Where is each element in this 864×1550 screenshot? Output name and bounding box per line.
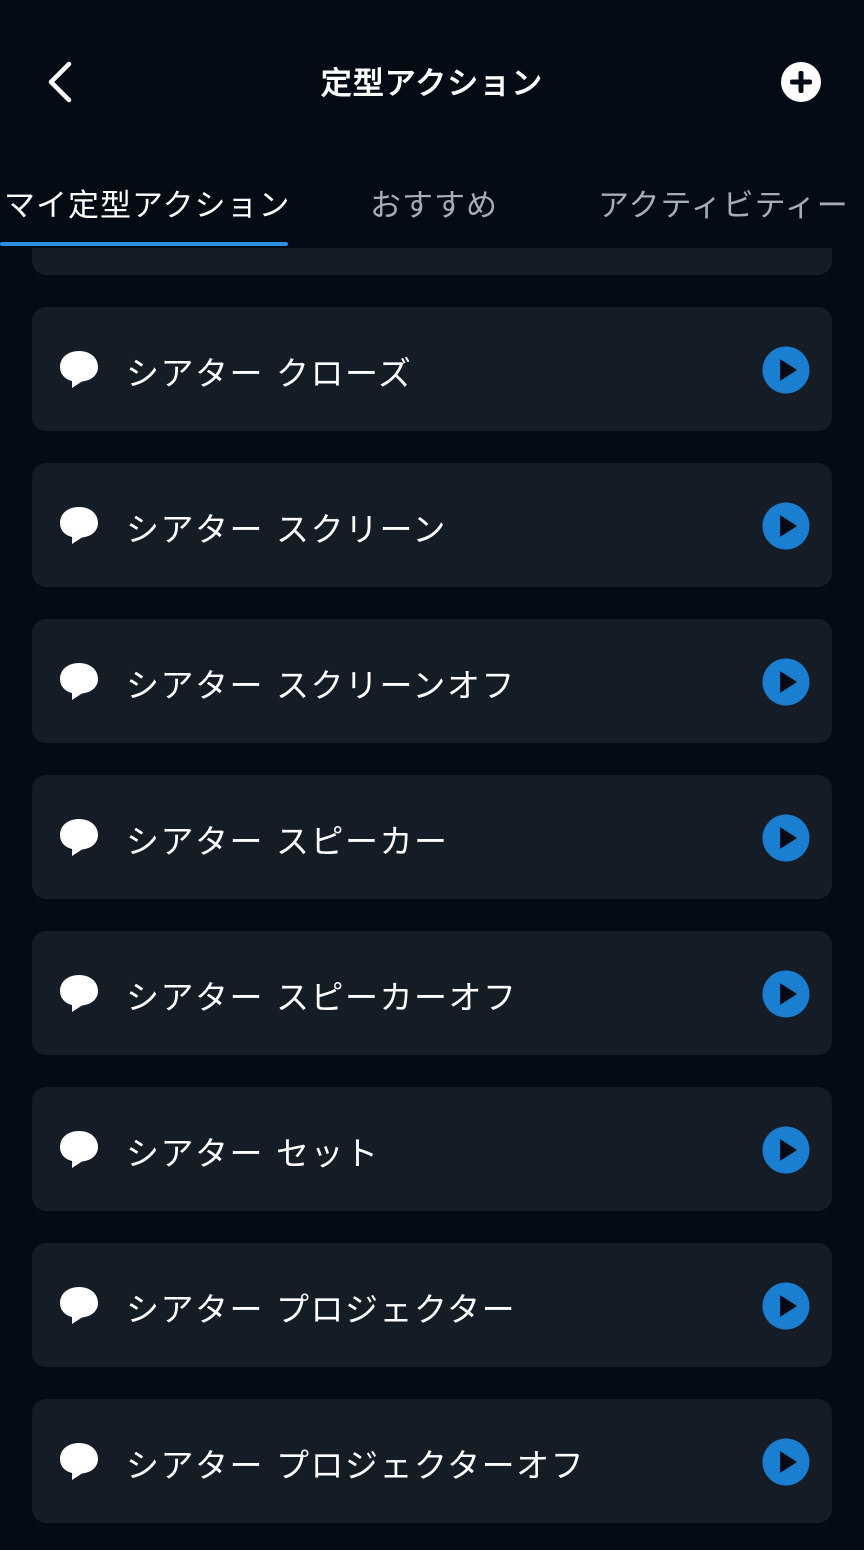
routine-label: シアター スピーカーオフ bbox=[126, 978, 518, 1017]
speech-bubble-icon bbox=[60, 507, 98, 544]
tab-my-routines[interactable]: マイ定型アクション bbox=[4, 180, 290, 225]
routine-label: シアター クローズ bbox=[126, 354, 413, 393]
routine-card[interactable]: シアター スピーカーオフ bbox=[32, 931, 832, 1055]
routine-label: シアター スピーカー bbox=[126, 822, 449, 861]
active-tab-indicator bbox=[0, 242, 288, 246]
play-icon[interactable] bbox=[762, 814, 810, 862]
routine-label: シアター スクリーン bbox=[126, 510, 447, 549]
app-header: 定型アクション bbox=[0, 0, 864, 160]
play-icon[interactable] bbox=[762, 970, 810, 1018]
routine-card[interactable]: シアター セット bbox=[32, 1087, 832, 1211]
routine-card[interactable]: シアター スピーカー bbox=[32, 775, 832, 899]
routine-label: シアター セット bbox=[126, 1134, 380, 1173]
speech-bubble-icon bbox=[60, 819, 98, 856]
routine-card[interactable]: シアター スクリーンオフ bbox=[32, 619, 832, 743]
routine-card[interactable]: シアター プロジェクター bbox=[32, 1243, 832, 1367]
routine-label: シアター プロジェクター bbox=[126, 1290, 517, 1329]
play-icon[interactable] bbox=[762, 1126, 810, 1174]
play-icon[interactable] bbox=[762, 1438, 810, 1486]
routine-card[interactable]: シアター プロジェクターオフ bbox=[32, 1399, 832, 1523]
add-routine-button[interactable] bbox=[770, 51, 832, 113]
play-icon[interactable] bbox=[762, 1282, 810, 1330]
tab-activity[interactable]: アクティビティー bbox=[598, 180, 849, 225]
routine-card[interactable]: シアター クローズ bbox=[32, 307, 832, 431]
routine-list[interactable]: シアター クローズ シアター スクリーン シアター スクリーンオフ シアター ス… bbox=[0, 248, 864, 1550]
speech-bubble-icon bbox=[60, 1287, 98, 1324]
list-item-partial[interactable] bbox=[32, 248, 832, 275]
play-icon[interactable] bbox=[762, 346, 810, 394]
routine-label: シアター スクリーンオフ bbox=[126, 666, 516, 705]
speech-bubble-icon bbox=[60, 1131, 98, 1168]
speech-bubble-icon bbox=[60, 663, 98, 700]
speech-bubble-icon bbox=[60, 1443, 98, 1480]
tab-recommended[interactable]: おすすめ bbox=[370, 180, 498, 225]
speech-bubble-icon bbox=[60, 975, 98, 1012]
page-title: 定型アクション bbox=[320, 66, 544, 102]
plus-circle-icon bbox=[781, 62, 821, 102]
tab-bar: マイ定型アクション おすすめ アクティビティー bbox=[0, 160, 864, 248]
speech-bubble-icon bbox=[60, 351, 98, 388]
play-icon[interactable] bbox=[762, 502, 810, 550]
routine-label: シアター プロジェクターオフ bbox=[126, 1446, 586, 1485]
routine-card[interactable]: シアター スクリーン bbox=[32, 463, 832, 587]
play-icon[interactable] bbox=[762, 658, 810, 706]
